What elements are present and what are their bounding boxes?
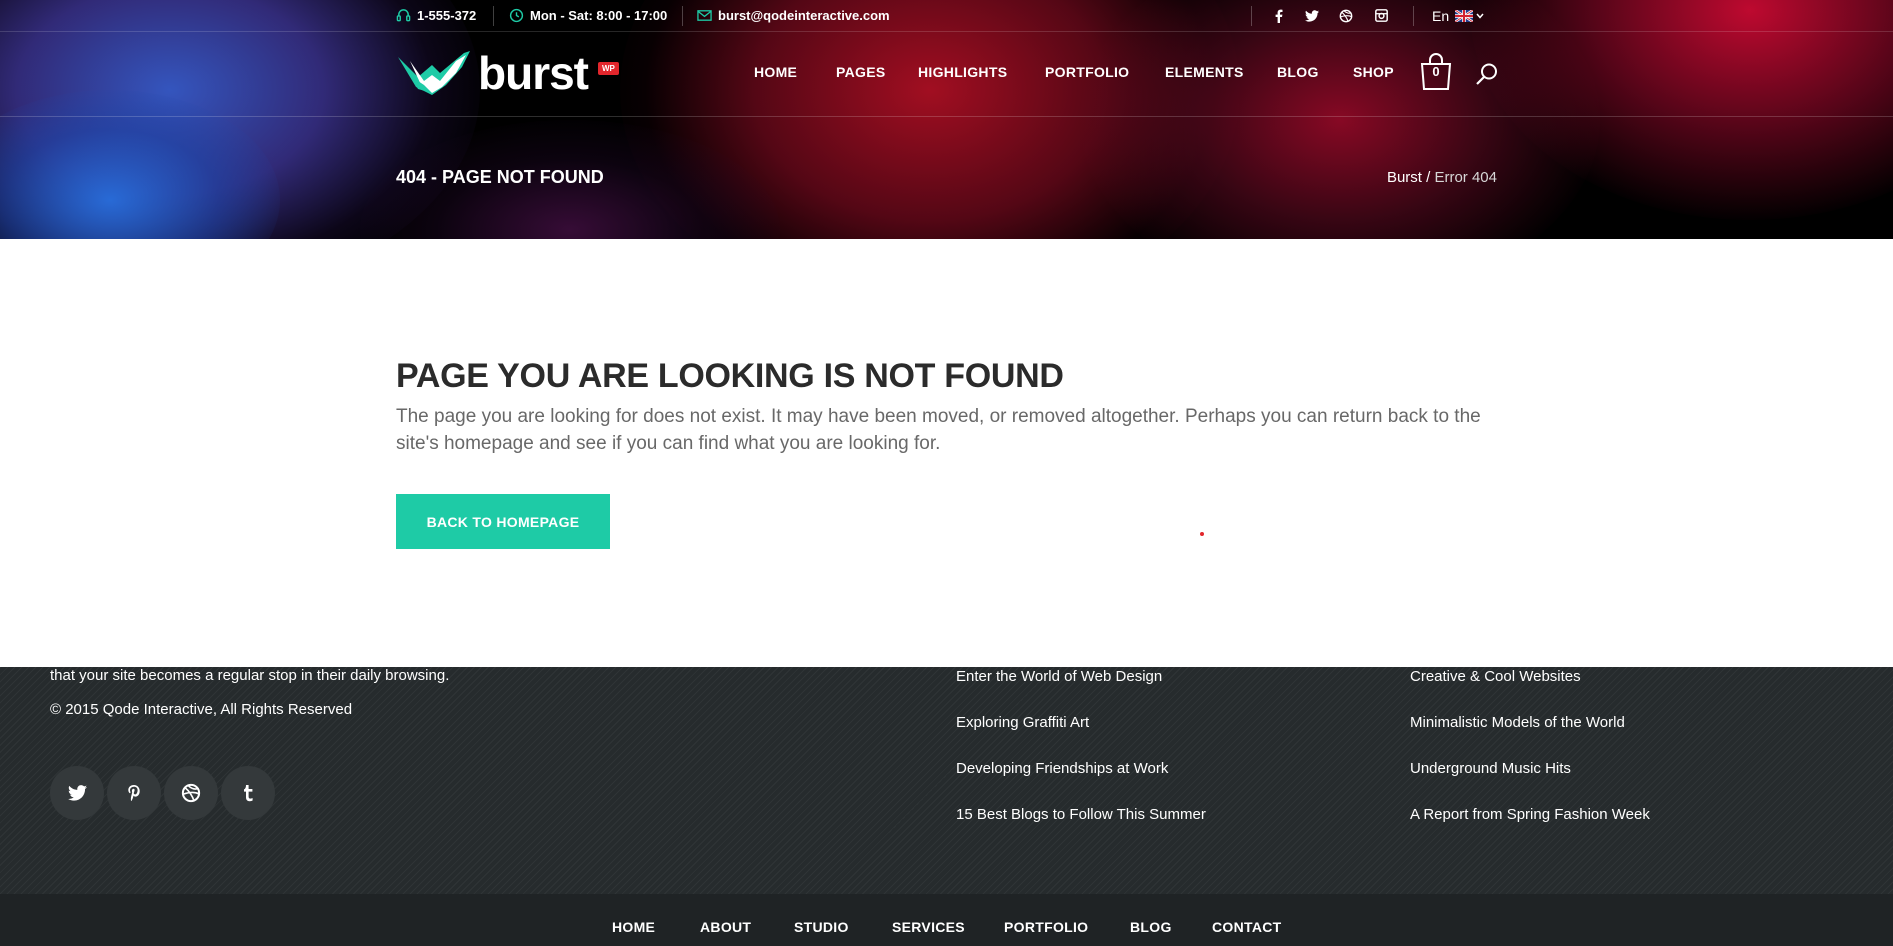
- divider: [493, 6, 494, 26]
- search-button[interactable]: [1475, 62, 1499, 86]
- main-content: PAGE YOU ARE LOOKING IS NOT FOUND The pa…: [0, 239, 1893, 667]
- phone-info[interactable]: 1-555-372: [396, 0, 476, 31]
- divider: [1413, 6, 1414, 26]
- hours-info: Mon - Sat: 8:00 - 17:00: [509, 0, 667, 31]
- footer-link[interactable]: Creative & Cool Websites: [1410, 668, 1581, 685]
- twitter-icon: [67, 785, 87, 801]
- brand-name: burst: [478, 47, 589, 99]
- error-description: The page you are looking for does not ex…: [396, 406, 1481, 454]
- email-info[interactable]: burst@qodeinteractive.com: [697, 0, 890, 31]
- error-heading: PAGE YOU ARE LOOKING IS NOT FOUND: [396, 357, 1064, 395]
- top-bar: 1-555-372 Mon - Sat: 8:00 - 17:00 burst@…: [0, 0, 1893, 32]
- nav-item-blog[interactable]: BLOG: [1277, 64, 1319, 80]
- footer-tumblr-button[interactable]: [221, 766, 275, 820]
- headset-icon: [396, 8, 411, 23]
- nav-item-pages[interactable]: PAGES: [836, 64, 885, 80]
- breadcrumb: Burst / Error 404: [1387, 169, 1497, 186]
- envelope-icon: [697, 9, 712, 22]
- email-address: burst@qodeinteractive.com: [718, 8, 890, 23]
- footer-dribbble-button[interactable]: [164, 766, 218, 820]
- nav-item-home[interactable]: HOME: [754, 64, 797, 80]
- bottom-navigation: HOME ABOUT STUDIO SERVICES PORTFOLIO BLO…: [0, 894, 1893, 946]
- footer-link[interactable]: Exploring Graffiti Art: [956, 714, 1089, 731]
- page-title: 404 - PAGE NOT FOUND: [396, 167, 604, 187]
- site-logo[interactable]: burst WP: [396, 47, 619, 99]
- twitter-icon[interactable]: [1302, 0, 1322, 31]
- decorative-dot: [1200, 532, 1204, 536]
- divider: [682, 6, 683, 26]
- footer-link[interactable]: A Report from Spring Fashion Week: [1410, 806, 1650, 823]
- back-to-homepage-button[interactable]: BACK TO HOMEPAGE: [396, 494, 610, 549]
- wp-badge: WP: [598, 62, 619, 75]
- copyright: © 2015 Qode Interactive, All Rights Rese…: [50, 701, 353, 718]
- bottom-nav-about[interactable]: ABOUT: [700, 919, 751, 935]
- bottom-nav-portfolio[interactable]: PORTFOLIO: [1004, 919, 1088, 935]
- opening-hours: Mon - Sat: 8:00 - 17:00: [530, 8, 668, 23]
- dribbble-icon: [181, 783, 201, 803]
- uk-flag-icon: [1455, 9, 1474, 22]
- breadcrumb-current: Error 404: [1434, 169, 1497, 186]
- footer-link[interactable]: Underground Music Hits: [1410, 760, 1571, 777]
- clock-icon: [509, 8, 524, 23]
- footer-link[interactable]: Enter the World of Web Design: [956, 668, 1162, 685]
- nav-item-portfolio[interactable]: PORTFOLIO: [1045, 64, 1129, 80]
- footer-link[interactable]: 15 Best Blogs to Follow This Summer: [956, 806, 1206, 823]
- main-navigation: burst WP HOME PAGES HIGHLIGHTS PORTFOLIO…: [0, 32, 1893, 117]
- language-label: En: [1432, 7, 1450, 24]
- wing-logo-icon: [398, 51, 470, 95]
- breadcrumb-separator: /: [1421, 169, 1435, 186]
- bottom-nav-blog[interactable]: BLOG: [1130, 919, 1172, 935]
- title-area: 404 - PAGE NOT FOUND Burst / Error 404: [0, 117, 1893, 239]
- instagram-icon[interactable]: [1371, 0, 1391, 31]
- bottom-nav-home[interactable]: HOME: [612, 919, 655, 935]
- nav-item-highlights[interactable]: HIGHLIGHTS: [918, 64, 1007, 80]
- bottom-nav-services[interactable]: SERVICES: [892, 919, 965, 935]
- footer-pinterest-button[interactable]: [107, 766, 161, 820]
- chevron-down-icon: [1476, 13, 1484, 19]
- footer-link[interactable]: Minimalistic Models of the World: [1410, 714, 1625, 731]
- bottom-nav-studio[interactable]: STUDIO: [794, 919, 849, 935]
- phone-number: 1-555-372: [417, 8, 477, 23]
- footer-twitter-button[interactable]: [50, 766, 104, 820]
- cart-count: 0: [1432, 64, 1440, 79]
- cart-button[interactable]: 0: [1420, 52, 1452, 90]
- footer: that your site becomes a regular stop in…: [0, 667, 1893, 894]
- footer-about-text: that your site becomes a regular stop in…: [50, 667, 450, 684]
- pinterest-icon: [128, 785, 140, 801]
- nav-item-shop[interactable]: SHOP: [1353, 64, 1394, 80]
- language-selector[interactable]: En: [1432, 0, 1484, 31]
- facebook-icon[interactable]: [1268, 0, 1288, 31]
- dribbble-icon[interactable]: [1336, 0, 1356, 31]
- breadcrumb-home[interactable]: Burst: [1387, 169, 1422, 186]
- search-icon: [1476, 63, 1497, 85]
- tumblr-icon: [244, 785, 253, 802]
- bottom-nav-contact[interactable]: CONTACT: [1212, 919, 1282, 935]
- footer-link[interactable]: Developing Friendships at Work: [956, 760, 1168, 777]
- page-header: 1-555-372 Mon - Sat: 8:00 - 17:00 burst@…: [0, 0, 1893, 239]
- nav-item-elements[interactable]: ELEMENTS: [1165, 64, 1244, 80]
- divider: [1251, 6, 1252, 26]
